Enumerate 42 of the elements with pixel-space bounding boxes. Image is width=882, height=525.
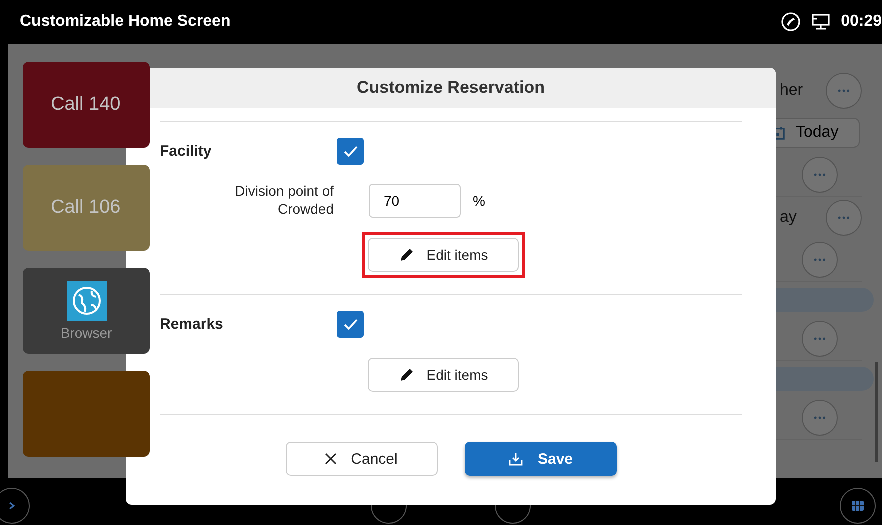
app-label: Browser [60,325,112,341]
field-label: Division point of Crowded [234,183,334,218]
section-label: Facility [160,143,213,160]
monitor-icon [811,12,832,32]
pencil-icon [398,367,415,383]
globe-icon [66,281,106,321]
more-button[interactable] [802,400,838,436]
cancel-button[interactable]: Cancel [286,442,438,476]
pencil-icon [398,247,415,263]
input-field[interactable]: 70 [369,184,461,218]
clock-time: 00:29 [841,13,882,31]
edit-items-button[interactable]: Edit items [368,238,519,272]
more-button[interactable] [802,242,838,278]
more-icon [813,337,827,341]
save-button[interactable]: Save [464,442,616,476]
more-icon [813,173,827,177]
close-icon [325,453,338,465]
dialog-title: Customize Reservation [357,78,545,98]
more-icon [813,416,827,420]
grid-icon [852,501,864,511]
shortcut-tile[interactable]: Call 140 [23,62,150,148]
more-button[interactable] [826,73,862,109]
more-button[interactable] [802,157,838,193]
list-item-text: her [779,82,804,100]
app-title: Customizable Home Screen [20,13,231,31]
more-icon [837,216,851,220]
checkbox[interactable] [337,138,364,165]
chevron-right-icon [7,501,17,511]
more-icon [813,258,827,262]
section-label: Remarks [160,316,224,333]
edit-items-button[interactable]: Edit items [368,358,519,392]
download-icon [508,451,524,467]
checkbox[interactable] [337,311,364,338]
shortcut-tile[interactable] [23,371,150,457]
app-tile[interactable]: Browser [23,268,150,354]
more-button[interactable] [802,321,838,357]
more-button[interactable] [826,200,862,236]
apps-button[interactable] [840,488,876,524]
expand-button[interactable] [0,488,30,524]
list-item-text: ay [779,209,797,227]
more-icon [837,89,851,93]
unit-label: % [473,192,486,208]
